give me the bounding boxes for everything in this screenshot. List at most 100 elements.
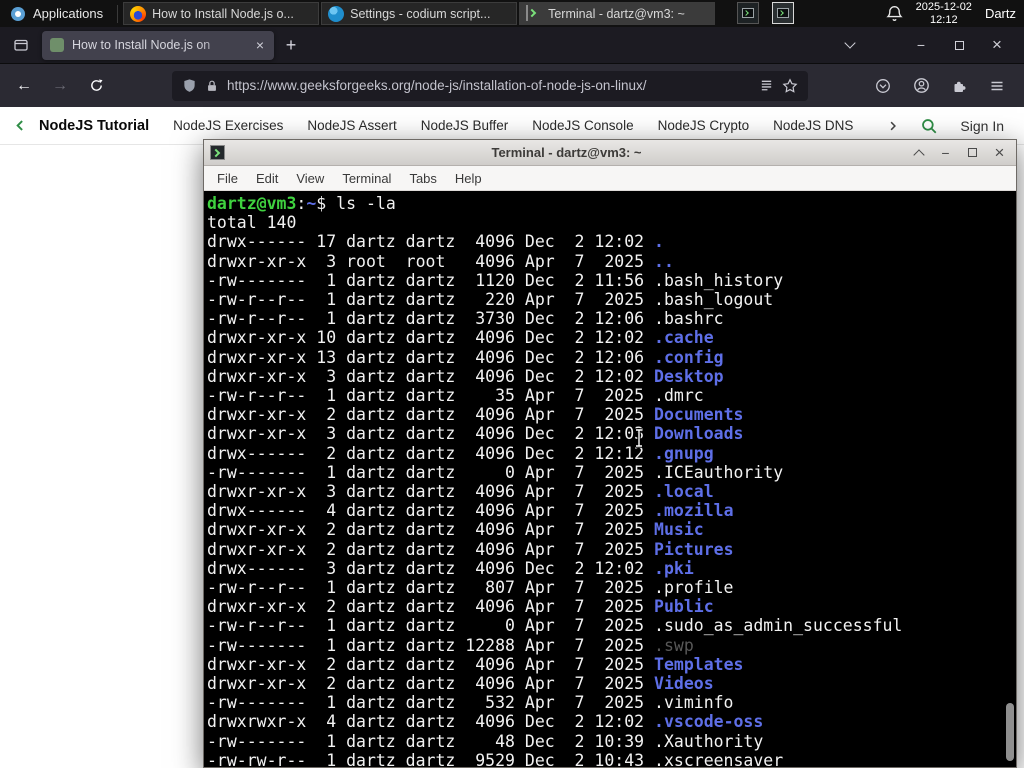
- terminal-output[interactable]: dartz@vm3:~$ ls -la total 140 drwx------ 1…: [204, 191, 1016, 767]
- tray-terminal-icon-selected[interactable]: [772, 2, 794, 24]
- terminal-scrollbar-thumb[interactable]: [1006, 703, 1014, 761]
- account-button[interactable]: [906, 71, 936, 101]
- terminal-line: drwxr-xr-x 3 dartz dartz 4096 Dec 2 12:0…: [207, 424, 744, 444]
- extensions-button[interactable]: [944, 71, 974, 101]
- window-close-button[interactable]: ×: [984, 33, 1010, 57]
- terminal-line: drwxr-xr-x 2 dartz dartz 4096 Apr 7 2025…: [207, 539, 734, 559]
- back-button[interactable]: ←: [8, 70, 40, 102]
- list-all-tabs-button[interactable]: [838, 33, 862, 57]
- menu-tabs[interactable]: Tabs: [400, 166, 445, 190]
- browser-tab-bar: How to Install Node.js on × + − ×: [0, 27, 1024, 64]
- taskbar-title: Settings - codium script...: [350, 6, 491, 21]
- nav-link[interactable]: NodeJS DNS: [773, 118, 853, 133]
- terminal-line: drwxr-xr-x 3 root root 4096 Apr 7 2025 .…: [207, 251, 674, 271]
- terminal-line: -rw-r--r-- 1 dartz dartz 807 Apr 7 2025 …: [207, 578, 734, 598]
- terminal-line: -rw-r--r-- 1 dartz dartz 0 Apr 7 2025 .s…: [207, 616, 903, 636]
- search-icon[interactable]: [920, 117, 938, 135]
- menu-terminal[interactable]: Terminal: [333, 166, 400, 190]
- terminal-line: -rw------- 1 dartz dartz 1120 Dec 2 11:5…: [207, 270, 784, 290]
- terminal-line: drwxr-xr-x 3 dartz dartz 4096 Dec 2 12:0…: [207, 366, 724, 386]
- pocket-button[interactable]: [868, 71, 898, 101]
- reader-mode-icon[interactable]: [759, 78, 774, 93]
- window-maximize-button[interactable]: [946, 33, 972, 57]
- nav-scroll-left-icon[interactable]: [14, 118, 27, 133]
- nav-link[interactable]: NodeJS Assert: [307, 118, 396, 133]
- reload-button[interactable]: [80, 70, 112, 102]
- hamburger-menu-icon: [991, 81, 1003, 90]
- tracking-shield-icon[interactable]: [182, 78, 197, 93]
- menu-view[interactable]: View: [287, 166, 333, 190]
- maximize-icon: [968, 148, 977, 157]
- user-menu[interactable]: Dartz: [985, 6, 1016, 21]
- chevron-up-icon: [912, 148, 925, 161]
- taskbar-title: How to Install Node.js o...: [152, 6, 294, 21]
- terminal-icon: [526, 4, 529, 21]
- nav-link[interactable]: NodeJS Crypto: [658, 118, 750, 133]
- taskbar-window-terminal[interactable]: Terminal - dartz@vm3: ~: [519, 2, 716, 25]
- browser-toolbar: ← → https://www.geeksforgeeks.org/node-j…: [0, 64, 1024, 107]
- active-tab[interactable]: How to Install Node.js on ×: [42, 30, 274, 60]
- tray-terminal-icon[interactable]: [737, 2, 759, 24]
- nav-link[interactable]: NodeJS Buffer: [421, 118, 509, 133]
- terminal-line: -rw-rw-r-- 1 dartz dartz 9529 Dec 2 10:4…: [207, 750, 784, 767]
- terminal-line: total 140: [207, 213, 297, 233]
- applications-menu-button[interactable]: Applications: [0, 0, 113, 27]
- terminal-line: drwxr-xr-x 2 dartz dartz 4096 Apr 7 2025…: [207, 654, 744, 674]
- tab-title: How to Install Node.js on: [72, 38, 211, 52]
- terminal-line: drwxr-xr-x 13 dartz dartz 4096 Dec 2 12:…: [207, 347, 724, 367]
- nav-scroll-right-icon[interactable]: [887, 119, 898, 133]
- lock-icon[interactable]: [205, 79, 219, 93]
- terminal-close-button[interactable]: ×: [989, 143, 1010, 163]
- terminal-title: Terminal - dartz@vm3: ~: [491, 145, 642, 160]
- terminal-line: drwxr-xr-x 2 dartz dartz 4096 Apr 7 2025…: [207, 520, 704, 540]
- firefox-view-icon: [14, 39, 28, 51]
- toolbar-right-icons: [868, 71, 1016, 101]
- applications-label: Applications: [33, 6, 104, 21]
- account-icon: [913, 78, 929, 93]
- terminal-line: -rw-r--r-- 1 dartz dartz 220 Apr 7 2025 …: [207, 290, 774, 310]
- new-tab-button[interactable]: +: [278, 32, 304, 58]
- terminal-titlebar[interactable]: Terminal - dartz@vm3: ~ − ×: [204, 140, 1016, 166]
- terminal-line: -rw-r--r-- 1 dartz dartz 3730 Dec 2 12:0…: [207, 309, 724, 329]
- menu-file[interactable]: File: [208, 166, 247, 190]
- clock-time: 12:12: [930, 13, 958, 26]
- terminal-lines: dartz@vm3:~$ ls -la total 140 drwx------ 1…: [207, 194, 1016, 767]
- maximize-icon: [954, 40, 964, 50]
- taskbar-window-codium[interactable]: Settings - codium script...: [321, 2, 518, 25]
- forward-button[interactable]: →: [44, 70, 76, 102]
- terminal-line: drwx------ 2 dartz dartz 4096 Dec 2 12:1…: [207, 443, 714, 463]
- terminal-shade-button[interactable]: [908, 143, 929, 163]
- terminal-glyph-icon: [777, 8, 789, 18]
- terminal-line: drwxr-xr-x 2 dartz dartz 4096 Apr 7 2025…: [207, 405, 744, 425]
- nav-link[interactable]: NodeJS Exercises: [173, 118, 283, 133]
- url-bar[interactable]: https://www.geeksforgeeks.org/node-js/in…: [172, 70, 808, 101]
- window-minimize-button[interactable]: −: [908, 33, 934, 57]
- top-panel: Applications How to Install Node.js o...…: [0, 0, 1024, 27]
- terminal-line: drwxrwxr-x 4 dartz dartz 4096 Dec 2 12:0…: [207, 712, 764, 732]
- terminal-maximize-button[interactable]: [962, 143, 983, 163]
- terminal-line: -rw------- 1 dartz dartz 532 Apr 7 2025 …: [207, 693, 734, 713]
- notification-bell-icon[interactable]: [886, 5, 903, 22]
- menu-button[interactable]: [982, 71, 1012, 101]
- taskbar-window-browser[interactable]: How to Install Node.js o...: [123, 2, 320, 25]
- panel-clock[interactable]: 2025-12-02 12:12: [916, 1, 972, 26]
- menu-edit[interactable]: Edit: [247, 166, 287, 190]
- bookmark-star-icon[interactable]: [782, 77, 798, 94]
- sign-in-button[interactable]: Sign In: [960, 118, 1004, 134]
- tab-close-icon[interactable]: ×: [254, 37, 266, 53]
- nav-link[interactable]: NodeJS Console: [532, 118, 633, 133]
- terminal-line: drwx------ 3 dartz dartz 4096 Dec 2 12:0…: [207, 558, 694, 578]
- site-favicon: [50, 38, 64, 52]
- menu-help[interactable]: Help: [446, 166, 491, 190]
- terminal-line: drwx------ 17 dartz dartz 4096 Dec 2 12:…: [207, 232, 664, 252]
- firefox-view-button[interactable]: [8, 32, 34, 58]
- nav-brand[interactable]: NodeJS Tutorial: [39, 118, 149, 134]
- url-text: https://www.geeksforgeeks.org/node-js/in…: [227, 78, 647, 93]
- tabbar-controls: − ×: [838, 33, 1018, 57]
- terminal-line: -rw-r--r-- 1 dartz dartz 35 Apr 7 2025 .…: [207, 386, 704, 406]
- terminal-glyph-icon: [742, 8, 754, 18]
- terminal-line: -rw------- 1 dartz dartz 0 Apr 7 2025 .I…: [207, 462, 784, 482]
- terminal-minimize-button[interactable]: −: [935, 143, 956, 163]
- clock-date: 2025-12-02: [915, 1, 972, 13]
- terminal-line: dartz@vm3:~$ ls -la: [207, 194, 396, 213]
